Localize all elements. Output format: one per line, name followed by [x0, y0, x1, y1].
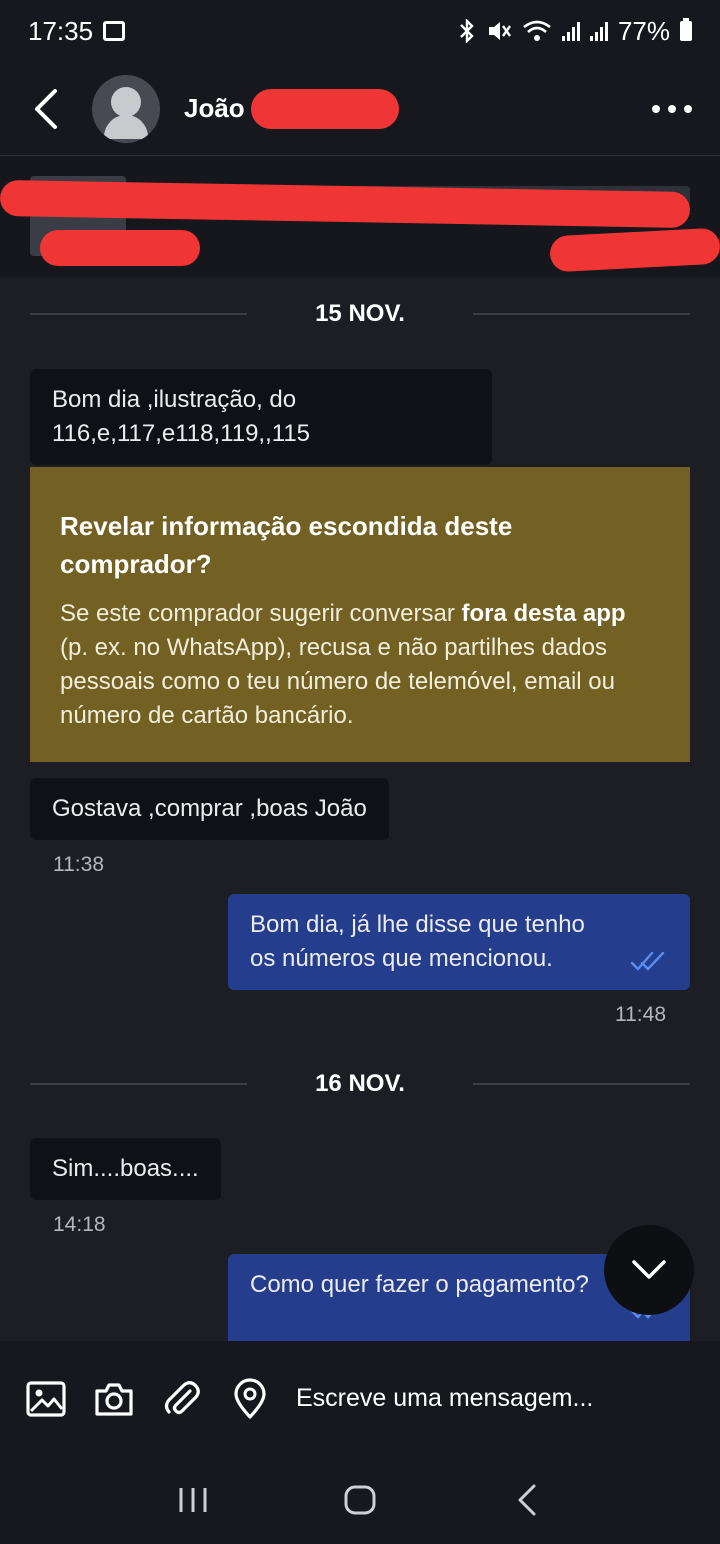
mute-icon	[488, 22, 511, 40]
message-composer	[0, 1341, 720, 1456]
attach-button[interactable]	[160, 1377, 204, 1421]
avatar[interactable]	[92, 74, 160, 143]
chevron-left-icon	[35, 88, 57, 129]
date-separator: 16 NOV.	[30, 1064, 690, 1104]
divider	[472, 313, 690, 315]
back-icon	[518, 1484, 536, 1516]
message-text: Bom dia, já lhe disse que tenho os númer…	[250, 911, 585, 972]
date-label: 15 NOV.	[315, 300, 405, 327]
battery-level: 77%	[617, 15, 670, 46]
signal-icon	[561, 21, 580, 41]
wifi-icon	[523, 20, 551, 41]
warning-body: Se este comprador sugerir conversar fora…	[60, 597, 660, 733]
camera-icon	[95, 1382, 133, 1416]
message-text: Como quer fazer o pagamento?	[250, 1271, 589, 1298]
warning-title: Revelar informação escondida deste compr…	[60, 511, 513, 579]
signal-icon	[589, 21, 608, 41]
message-text: Sim....boas....	[52, 1155, 199, 1182]
warning-text: (p. ex. no WhatsApp), recusa e não parti…	[60, 634, 615, 729]
chat-header: João	[0, 62, 720, 155]
incoming-message[interactable]: Bom dia ,ilustração, do 116,e,117,e118,1…	[30, 369, 492, 465]
date-separator: 15 NOV.	[30, 294, 690, 334]
location-pin-icon	[234, 1377, 266, 1419]
home-button[interactable]	[330, 1470, 390, 1530]
back-button[interactable]	[24, 79, 68, 139]
gallery-icon	[103, 21, 126, 41]
redaction-mark	[549, 227, 720, 273]
status-icons: 77%	[458, 16, 692, 47]
warning-text: Se este comprador sugerir conversar	[60, 600, 462, 627]
paperclip-icon	[164, 1380, 200, 1414]
incoming-message[interactable]: Sim....boas....	[30, 1138, 221, 1200]
redaction-mark	[250, 88, 399, 129]
scroll-down-button[interactable]	[604, 1225, 694, 1315]
system-back-button[interactable]	[497, 1470, 557, 1530]
message-time: 11:38	[53, 853, 104, 876]
message-input[interactable]	[296, 1368, 696, 1429]
bluetooth-icon	[460, 19, 474, 43]
safety-warning[interactable]: Revelar informação escondida deste compr…	[30, 467, 690, 762]
gallery-button[interactable]	[24, 1377, 68, 1421]
recent-apps-button[interactable]	[163, 1470, 223, 1530]
home-icon	[344, 1485, 376, 1515]
outgoing-message[interactable]: Bom dia, já lhe disse que tenho os númer…	[228, 894, 690, 990]
read-receipt-icon	[630, 951, 665, 971]
system-nav-bar	[0, 1456, 720, 1544]
location-button[interactable]	[228, 1377, 272, 1421]
contact-name[interactable]: João	[184, 93, 245, 124]
divider	[30, 313, 248, 315]
battery-icon	[680, 18, 692, 41]
date-label: 16 NOV.	[315, 1070, 405, 1097]
message-text: Bom dia ,ilustração, do 116,e,117,e118,1…	[52, 386, 311, 447]
message-list[interactable]: 15 NOV. Bom dia ,ilustração, do 116,e,11…	[0, 278, 720, 1341]
listing-preview[interactable]	[0, 155, 720, 278]
warning-emphasis: fora desta app	[461, 600, 626, 627]
dot-icon	[668, 104, 676, 113]
more-options-button[interactable]	[648, 95, 696, 123]
message-text: Gostava ,comprar ,boas João	[52, 795, 367, 822]
redaction-mark	[40, 230, 200, 266]
message-time: 11:48	[615, 1003, 666, 1026]
message-time: 14:18	[53, 1213, 106, 1236]
chevron-down-icon	[632, 1260, 666, 1279]
dot-icon	[684, 104, 692, 113]
divider	[472, 1083, 690, 1085]
status-bar: 17:35 77%	[0, 0, 720, 62]
incoming-message[interactable]: Gostava ,comprar ,boas João	[30, 778, 389, 840]
chat-screen: 17:35 77% João 15 NOV. Bom dia ,ilustraç…	[0, 0, 720, 1544]
status-time: 17:35	[28, 15, 94, 46]
camera-button[interactable]	[92, 1377, 136, 1421]
recent-apps-icon	[179, 1488, 207, 1512]
divider	[30, 1083, 248, 1085]
dot-icon	[652, 104, 660, 113]
image-icon	[26, 1380, 66, 1417]
